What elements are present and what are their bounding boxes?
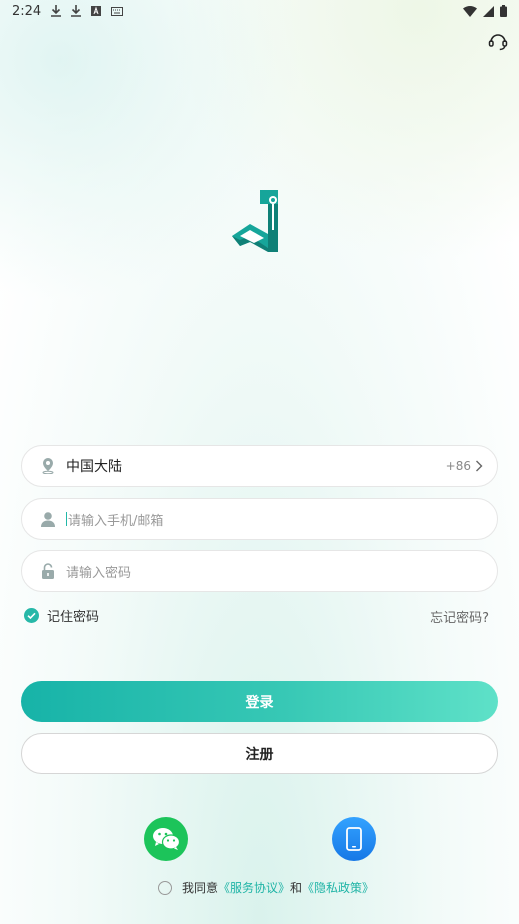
login-button[interactable]: 登录 — [21, 681, 498, 722]
font-icon — [91, 6, 102, 16]
status-bar: 2:24 — [0, 0, 519, 22]
region-selector[interactable]: 中国大陆 +86 — [21, 445, 498, 487]
status-time: 2:24 — [12, 3, 42, 19]
agreement-and: 和 — [290, 881, 303, 895]
keyboard-icon — [111, 6, 124, 16]
password-placeholder: 请输入密码 — [66, 565, 132, 581]
signal-icon — [483, 5, 494, 17]
text-cursor — [66, 512, 67, 526]
country-code: +86 — [445, 459, 471, 473]
app-logo — [232, 190, 278, 252]
download-icon — [71, 5, 82, 17]
remember-password-toggle[interactable]: 记住密码 — [24, 606, 99, 625]
agreement-checkbox[interactable] — [158, 880, 172, 895]
support-button[interactable] — [487, 30, 509, 52]
phone-login-button[interactable] — [332, 817, 376, 861]
smartphone-icon — [346, 827, 362, 851]
wechat-icon — [153, 828, 180, 850]
battery-icon — [500, 5, 507, 17]
account-field[interactable]: 请输入手机/邮箱 — [21, 498, 498, 540]
download-icon — [51, 5, 62, 17]
agreement-row: 我同意 《服务协议》 和 《隐私政策》 — [158, 879, 374, 896]
register-button[interactable]: 注册 — [21, 733, 498, 774]
account-placeholder: 请输入手机/邮箱 — [68, 513, 164, 529]
location-pin-icon — [40, 458, 56, 474]
agreement-prefix: 我同意 — [182, 881, 219, 895]
forgot-password-link[interactable]: 忘记密码? — [430, 607, 489, 626]
service-agreement-link[interactable]: 《服务协议》 — [218, 879, 290, 896]
remember-label: 记住密码 — [47, 610, 100, 625]
headset-icon — [488, 34, 508, 51]
wifi-icon — [463, 5, 477, 17]
wechat-login-button[interactable] — [144, 817, 188, 861]
privacy-policy-link[interactable]: 《隐私政策》 — [302, 879, 374, 896]
password-field[interactable]: 请输入密码 — [21, 550, 498, 592]
user-icon — [40, 511, 56, 527]
region-label: 中国大陆 — [66, 459, 122, 475]
chevron-right-icon — [476, 460, 483, 472]
check-circle-icon — [24, 608, 39, 623]
lock-icon — [40, 563, 56, 579]
